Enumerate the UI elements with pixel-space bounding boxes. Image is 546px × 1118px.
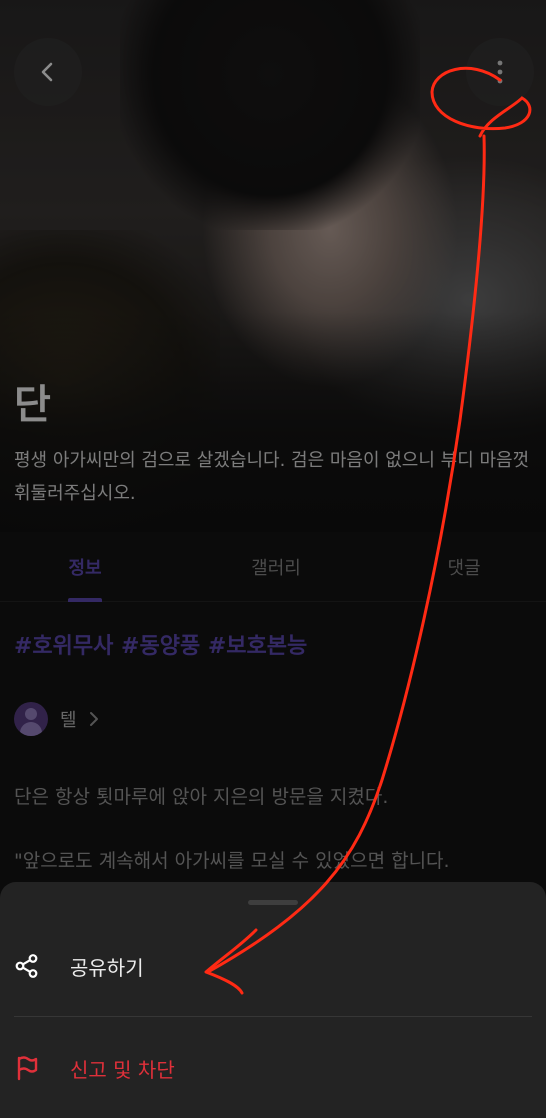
annotation-arrowhead xyxy=(204,928,258,995)
annotation-circle xyxy=(430,66,532,138)
red-annotation-overlay xyxy=(204,66,532,995)
annotation-arrow-line xyxy=(206,134,486,974)
